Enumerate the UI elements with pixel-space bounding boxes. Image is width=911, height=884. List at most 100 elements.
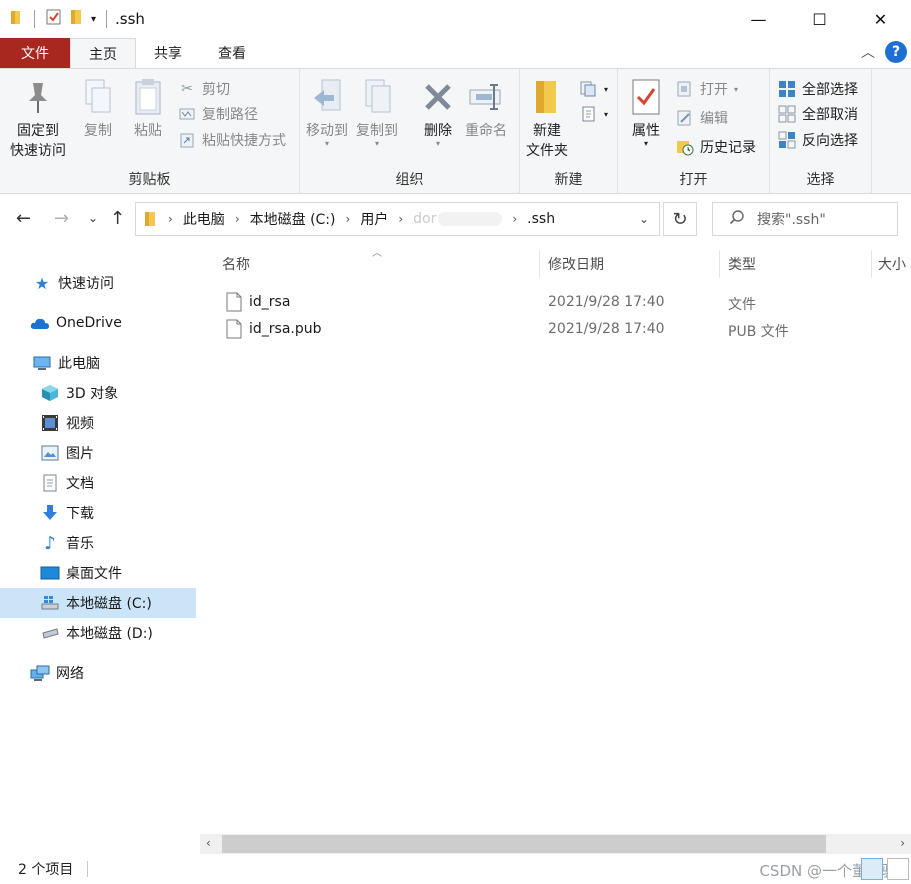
select-none-button[interactable]: 全部取消: [778, 102, 858, 126]
details-view-icon[interactable]: [861, 858, 883, 880]
column-header-name[interactable]: 名称: [214, 250, 540, 278]
cut-button[interactable]: ✂ 剪切: [178, 77, 230, 101]
tab-share[interactable]: 共享: [136, 38, 200, 68]
nav-videos[interactable]: 视频: [0, 408, 196, 438]
copy-icon: [80, 77, 116, 117]
paste-icon: [130, 77, 166, 117]
large-icons-view-icon[interactable]: [887, 858, 909, 880]
file-name: id_rsa.pub: [249, 321, 322, 337]
scroll-right-icon[interactable]: ›: [900, 836, 905, 850]
new-folder-quick-icon[interactable]: [69, 8, 85, 30]
toolbar-divider: [34, 10, 35, 28]
breadcrumb-chevron-icon[interactable]: ›: [398, 212, 403, 226]
invert-selection-button[interactable]: 反向选择: [778, 128, 858, 152]
back-arrow-icon[interactable]: ←: [16, 208, 31, 229]
new-item-button[interactable]: ▾: [580, 77, 608, 101]
clipboard-group-label: 剪贴板: [128, 172, 171, 188]
easy-access-button[interactable]: ▾: [580, 102, 608, 126]
edit-button[interactable]: 编辑: [676, 106, 728, 130]
select-all-button[interactable]: 全部选择: [778, 77, 858, 101]
properties-button[interactable]: 属性 ▾: [628, 77, 664, 148]
history-button[interactable]: 历史记录: [676, 135, 756, 159]
properties-quick-icon[interactable]: [45, 8, 63, 30]
folder-icon: [144, 211, 158, 227]
search-box[interactable]: 搜索".ssh": [712, 202, 898, 236]
nav-this-pc[interactable]: 此电脑: [0, 348, 196, 378]
open-button[interactable]: 打开 ▾: [676, 77, 738, 101]
tab-home[interactable]: 主页: [70, 38, 136, 68]
scrollbar-thumb[interactable]: [222, 835, 826, 853]
breadcrumb-chevron-icon[interactable]: ›: [168, 212, 173, 226]
copy-path-button[interactable]: 复制路径: [178, 102, 258, 126]
file-row[interactable]: id_rsa 2021/9/28 17:40 文件: [220, 290, 900, 316]
nav-music[interactable]: ♪ 音乐: [0, 528, 196, 558]
navigation-bar: ← → ⌄ ↑ › 此电脑 › 本地磁盘 (C:) › 用户 › dor › .…: [0, 194, 911, 244]
breadcrumb-chevron-icon[interactable]: ›: [512, 212, 517, 226]
breadcrumb-user-redacted[interactable]: dor: [413, 211, 503, 227]
organize-group-label: 组织: [395, 172, 424, 188]
help-button[interactable]: ?: [885, 41, 907, 63]
network-icon: [30, 663, 50, 683]
nav-drive-c[interactable]: 本地磁盘 (C:): [0, 588, 196, 618]
column-header-modified[interactable]: 修改日期: [540, 250, 720, 278]
move-to-button[interactable]: 移动到 ▾: [306, 77, 348, 148]
address-dropdown-icon[interactable]: ⌄: [629, 203, 659, 235]
nav-3d-objects[interactable]: 3D 对象: [0, 378, 196, 408]
toolbar-divider: [106, 10, 108, 28]
nav-network[interactable]: 网络: [0, 658, 196, 688]
nav-desktop[interactable]: 桌面文件: [0, 558, 196, 588]
refresh-icon[interactable]: ↻: [663, 202, 697, 236]
nav-documents[interactable]: 文档: [0, 468, 196, 498]
document-icon: [40, 473, 60, 493]
column-header-type[interactable]: 类型: [720, 250, 872, 278]
copy-button[interactable]: 复制: [80, 77, 116, 141]
nav-onedrive[interactable]: OneDrive: [0, 308, 196, 338]
breadcrumb-drive-c[interactable]: 本地磁盘 (C:): [250, 209, 336, 229]
breadcrumb-chevron-icon[interactable]: ›: [346, 212, 351, 226]
recent-locations-chevron-icon[interactable]: ⌄: [88, 211, 98, 225]
search-placeholder: 搜索".ssh": [757, 212, 826, 228]
horizontal-scrollbar[interactable]: ‹ ›: [200, 834, 911, 854]
open-group-label: 打开: [679, 172, 708, 188]
minimize-button[interactable]: —: [728, 0, 789, 38]
close-button[interactable]: ✕: [850, 0, 911, 38]
nav-downloads[interactable]: 下载: [0, 498, 196, 528]
cloud-icon: [30, 313, 50, 333]
tab-view[interactable]: 查看: [200, 38, 264, 68]
nav-pictures[interactable]: 图片: [0, 438, 196, 468]
organize-group: 移动到 ▾ 复制到 ▾ 删除 ▾ 重命名 组织: [300, 69, 520, 193]
ribbon-right-controls: ︿ ?: [861, 41, 907, 63]
breadcrumb-this-pc[interactable]: 此电脑: [183, 209, 225, 229]
rename-icon: [468, 77, 504, 117]
up-arrow-icon[interactable]: ↑: [110, 208, 125, 229]
breadcrumb-ssh[interactable]: .ssh: [527, 211, 555, 227]
customize-dropdown-icon[interactable]: ▾: [91, 14, 96, 25]
status-divider: [87, 861, 89, 877]
copy-to-button[interactable]: 复制到 ▾: [356, 77, 398, 148]
file-modified: 2021/9/28 17:40: [548, 321, 665, 337]
tab-file[interactable]: 文件: [0, 38, 70, 68]
navigation-pane: ★ 快速访问 OneDrive 此电脑 3D 对象 视频 图片 文档 下载 ♪ …: [0, 250, 198, 850]
select-group: 全部选择 全部取消 反向选择 选择: [770, 69, 872, 193]
column-header-size[interactable]: 大小: [870, 250, 911, 278]
forward-arrow-icon[interactable]: →: [54, 208, 69, 229]
paste-button[interactable]: 粘贴: [130, 77, 166, 141]
rename-button[interactable]: 重命名: [465, 77, 507, 141]
maximize-button[interactable]: ☐: [789, 0, 850, 38]
breadcrumb-chevron-icon[interactable]: ›: [235, 212, 240, 226]
nav-drive-d[interactable]: 本地磁盘 (D:): [0, 618, 196, 648]
paste-shortcut-button[interactable]: 粘贴快捷方式: [178, 128, 286, 152]
nav-quick-access[interactable]: ★ 快速访问: [0, 268, 196, 298]
scroll-left-icon[interactable]: ‹: [206, 836, 211, 850]
file-row[interactable]: id_rsa.pub 2021/9/28 17:40 PUB 文件: [220, 317, 900, 343]
address-bar[interactable]: › 此电脑 › 本地磁盘 (C:) › 用户 › dor › .ssh ⌄: [135, 202, 660, 236]
collapse-ribbon-icon[interactable]: ︿: [861, 42, 875, 62]
music-note-icon: ♪: [44, 532, 56, 554]
picture-icon: [40, 443, 60, 463]
pin-to-quick-access-button[interactable]: 固定到 快速访问: [10, 77, 66, 161]
drive-icon: [40, 623, 60, 643]
new-folder-button[interactable]: 新建 文件夹: [526, 77, 568, 161]
breadcrumb-users[interactable]: 用户: [360, 209, 388, 229]
delete-button[interactable]: 删除 ▾: [420, 77, 456, 148]
item-count: 2 个项目: [18, 862, 74, 878]
